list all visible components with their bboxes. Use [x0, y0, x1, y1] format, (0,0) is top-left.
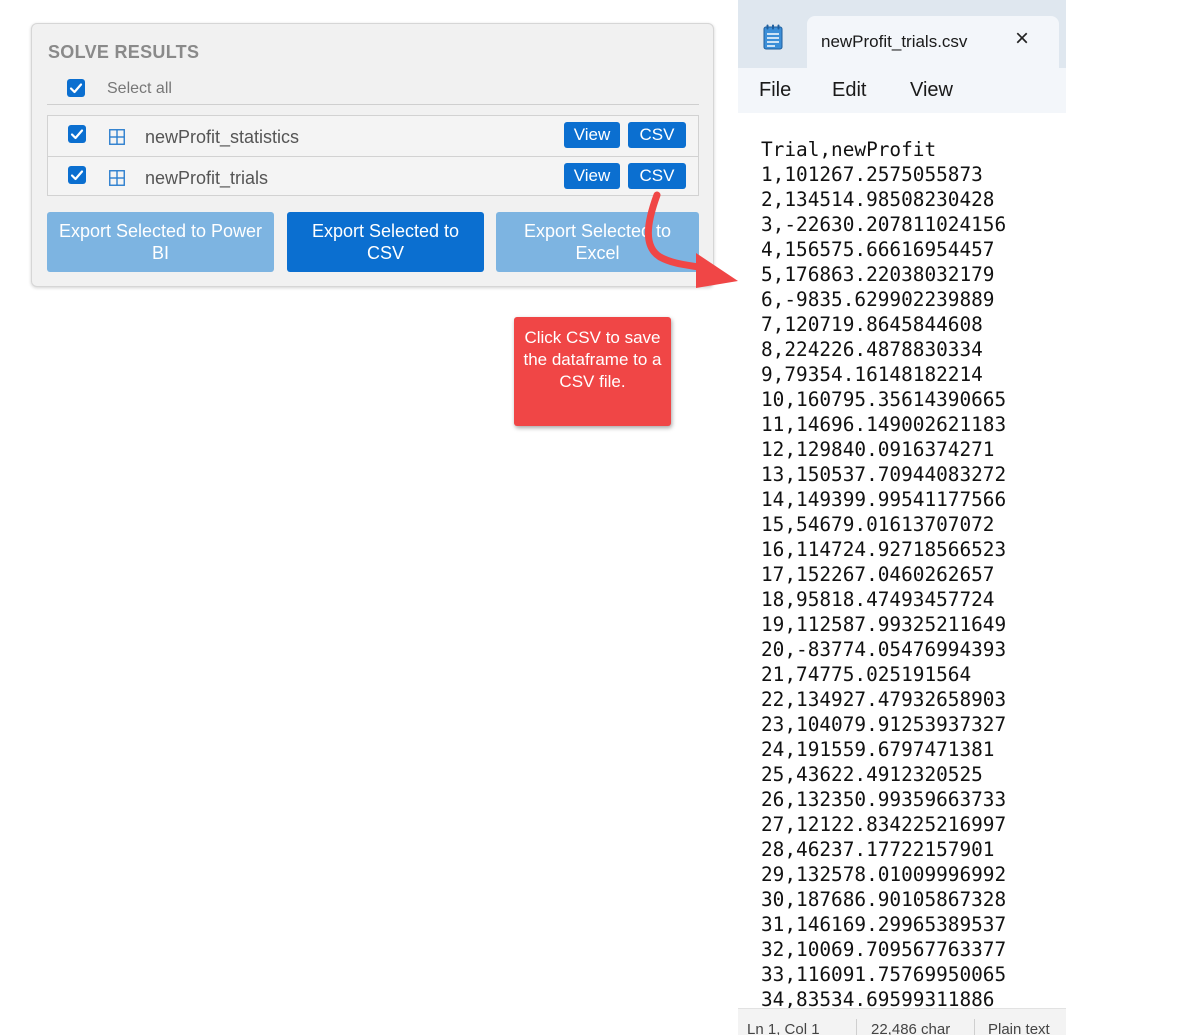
text-line: 33,116091.75769950065 — [761, 963, 1007, 986]
table-icon — [109, 170, 125, 186]
status-divider — [974, 1019, 975, 1035]
text-line: 6,-9835.629902239889 — [761, 288, 995, 311]
row-checkbox[interactable] — [68, 166, 86, 184]
text-line: 10,160795.35614390665 — [761, 388, 1007, 411]
view-button[interactable]: View — [564, 163, 620, 189]
checkmark-icon — [69, 83, 83, 94]
callout-note: Click CSV to save the dataframe to a CSV… — [514, 317, 671, 426]
text-line: 5,176863.22038032179 — [761, 263, 995, 286]
results-list: newProfit_statistics View CSV newProfit_… — [47, 115, 699, 196]
panel-title: SOLVE RESULTS — [48, 42, 200, 62]
cursor-position: Ln 1, Col 1 — [747, 1021, 820, 1035]
status-bar: Ln 1, Col 1 22,486 char Plain text — [738, 1008, 1066, 1035]
text-line: 22,134927.47932658903 — [761, 688, 1007, 711]
text-line: 32,10069.709567763377 — [761, 938, 1007, 961]
row-label: newProfit_statistics — [145, 127, 300, 147]
close-icon[interactable]: × — [1011, 27, 1033, 51]
select-all-label: Select all — [107, 80, 172, 97]
row-label: newProfit_trials — [145, 168, 269, 188]
text-line: 23,104079.91253937327 — [761, 713, 1007, 736]
text-line: 24,191559.6797471381 — [761, 738, 995, 761]
arrow-annotation-icon — [644, 191, 738, 288]
text-line: 20,-83774.05476994393 — [761, 638, 1007, 661]
notepad-icon — [763, 24, 783, 50]
text-line: 11,14696.149002621183 — [761, 413, 1007, 436]
table-icon — [109, 129, 125, 145]
text-line: 8,224226.4878830334 — [761, 338, 983, 361]
divider — [47, 104, 699, 105]
menu-item-file[interactable]: File — [759, 79, 791, 102]
text-line: 19,112587.99325211649 — [761, 613, 1007, 636]
encoding-label: Plain text — [988, 1021, 1050, 1035]
tab-title: newProfit_trials.csv — [821, 32, 968, 51]
text-line: Trial,newProfit — [761, 138, 937, 161]
text-line: 18,95818.47493457724 — [761, 588, 995, 611]
text-line: 9,79354.16148182214 — [761, 363, 983, 386]
text-editor[interactable]: Trial,newProfit 1,101267.2575055873 2,13… — [761, 137, 1006, 1012]
text-line: 28,46237.17722157901 — [761, 838, 995, 861]
menu-item-edit[interactable]: Edit — [832, 79, 866, 102]
text-line: 21,74775.025191564 — [761, 663, 972, 686]
text-line: 30,187686.90105867328 — [761, 888, 1007, 911]
menu-item-view[interactable]: View — [910, 79, 953, 102]
checkmark-icon — [70, 170, 84, 181]
text-line: 12,129840.0916374271 — [761, 438, 995, 461]
list-item: newProfit_trials View CSV — [48, 156, 698, 197]
text-line: 7,120719.8645844608 — [761, 313, 983, 336]
tab-bar: newProfit_trials.csv × — [738, 0, 1066, 68]
text-line: 29,132578.01009996992 — [761, 863, 1007, 886]
text-line: 2,134514.98508230428 — [761, 188, 995, 211]
text-line: 27,12122.834225216997 — [761, 813, 1007, 836]
view-button[interactable]: View — [564, 122, 620, 148]
text-line: 17,152267.0460262657 — [761, 563, 995, 586]
text-line: 14,149399.99541177566 — [761, 488, 1007, 511]
text-line: 13,150537.70944083272 — [761, 463, 1007, 486]
tab-file[interactable]: newProfit_trials.csv × — [807, 16, 1059, 68]
text-line: 25,43622.4912320525 — [761, 763, 983, 786]
menu-bar: File Edit View — [738, 68, 1066, 113]
row-checkbox[interactable] — [68, 125, 86, 143]
checkmark-icon — [70, 129, 84, 140]
solve-results-panel: SOLVE RESULTS Select all newProfit_stati… — [31, 23, 714, 287]
status-divider — [856, 1019, 857, 1035]
notepad-window: newProfit_trials.csv × File Edit View Tr… — [738, 0, 1066, 1035]
export-powerbi-button[interactable]: Export Selected to Power BI — [47, 212, 274, 272]
text-line: 1,101267.2575055873 — [761, 163, 983, 186]
text-line: 4,156575.66616954457 — [761, 238, 995, 261]
csv-button[interactable]: CSV — [628, 122, 686, 148]
text-line: 16,114724.92718566523 — [761, 538, 1007, 561]
list-item: newProfit_statistics View CSV — [48, 116, 698, 156]
text-line: 3,-22630.207811024156 — [761, 213, 1007, 236]
select-all-checkbox[interactable] — [67, 79, 85, 97]
character-count: 22,486 char — [871, 1021, 951, 1035]
export-csv-button[interactable]: Export Selected to CSV — [287, 212, 484, 272]
text-line: 15,54679.01613707072 — [761, 513, 995, 536]
text-line: 31,146169.29965389537 — [761, 913, 1007, 936]
text-line: 26,132350.99359663733 — [761, 788, 1007, 811]
